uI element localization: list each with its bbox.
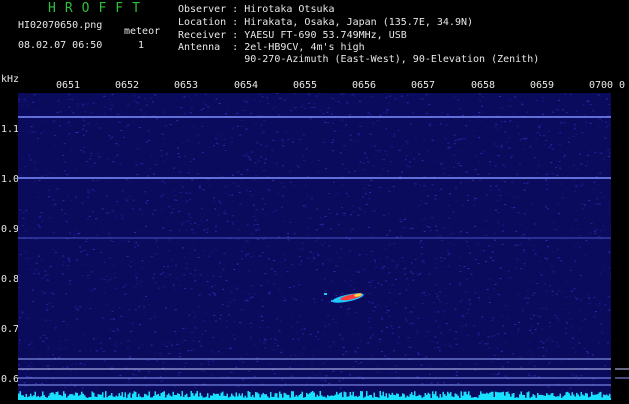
time-tick: 0655 xyxy=(293,80,317,91)
time-tick: 0658 xyxy=(471,80,495,91)
freq-tick: 0.9 xyxy=(1,224,19,235)
antenna-line: Antenna : 2el-HB9CV, 4m's high xyxy=(178,42,365,53)
receiver-line: Receiver : YAESU FT-690 53.749MHz, USB xyxy=(178,30,407,41)
freq-tick: 1.0 xyxy=(1,174,19,185)
right-scale-strip xyxy=(615,93,629,400)
spectrogram-plot xyxy=(18,93,611,400)
time-tick: 0657 xyxy=(411,80,435,91)
app-title: HROFFT xyxy=(48,1,149,16)
file-name: HI02070650.png xyxy=(18,20,102,31)
header-panel: HROFFT HI02070650.png meteor 08.02.07 06… xyxy=(0,0,629,78)
meteor-count: 1 xyxy=(138,40,144,51)
freq-tick: 0.8 xyxy=(1,274,19,285)
time-tick: 0654 xyxy=(234,80,258,91)
spectrogram-canvas xyxy=(18,93,611,400)
location-line: Location : Hirakata, Osaka, Japan (135.7… xyxy=(178,17,473,28)
observer-line: Observer : Hirotaka Otsuka xyxy=(178,4,335,15)
antenna-detail-line: 90-270-Azimuth (East-West), 90-Elevation… xyxy=(178,54,539,65)
time-tick: 0653 xyxy=(174,80,198,91)
freq-tick: 0.7 xyxy=(1,324,19,335)
right-scale-canvas xyxy=(615,93,629,400)
time-tick: 0659 xyxy=(530,80,554,91)
time-tick: 0652 xyxy=(115,80,139,91)
meteor-label: meteor xyxy=(124,26,160,37)
time-tick: 0656 xyxy=(352,80,376,91)
date-time: 08.02.07 06:50 xyxy=(18,40,102,51)
freq-tick: 0.6 xyxy=(1,374,19,385)
spectrogram-background xyxy=(18,93,611,400)
time-tick: 0651 xyxy=(56,80,80,91)
time-tick-end: 0 xyxy=(619,80,625,91)
time-tick: 0700 xyxy=(589,80,613,91)
frequency-unit-label: kHz xyxy=(1,74,19,85)
freq-tick: 1.1 xyxy=(1,124,19,135)
